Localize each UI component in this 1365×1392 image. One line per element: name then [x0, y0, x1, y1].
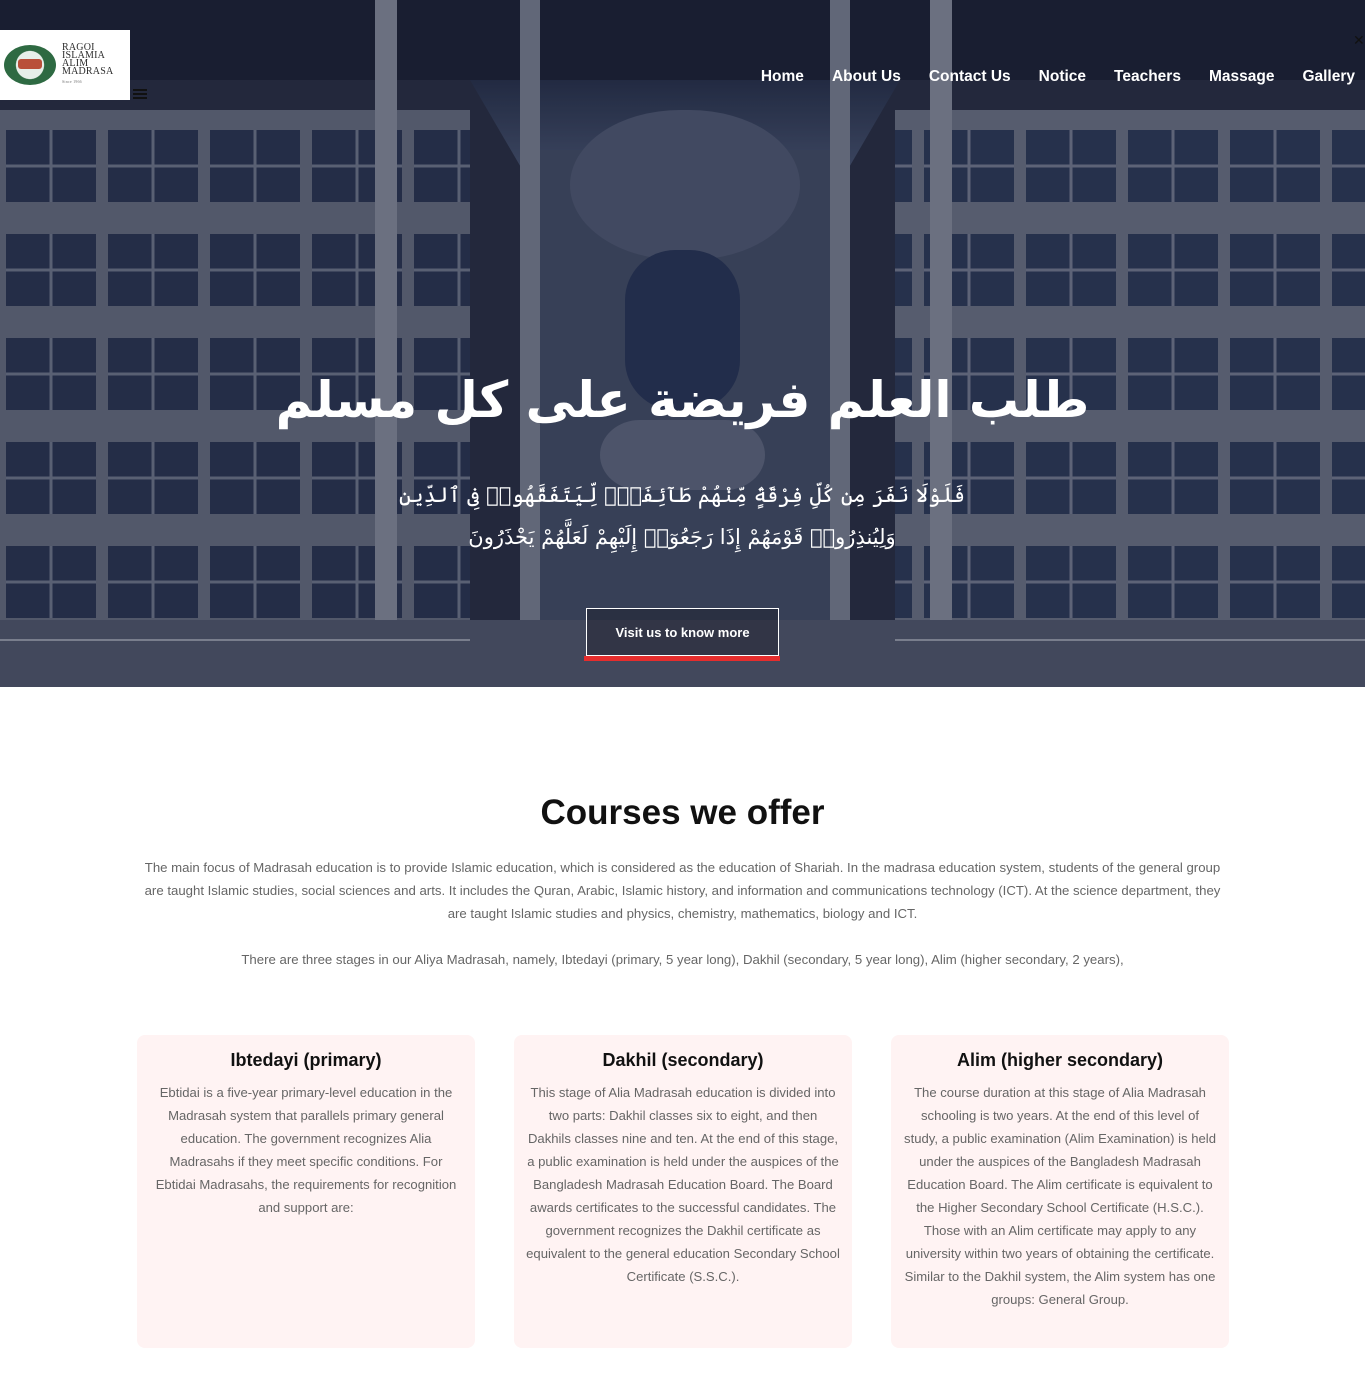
- course-card-dakhil: Dakhil (secondary) This stage of Alia Ma…: [514, 1035, 852, 1348]
- nav-item-about-us[interactable]: About Us: [804, 66, 901, 88]
- course-card-title: Dakhil (secondary): [602, 1050, 764, 1070]
- nav-item-notice[interactable]: Notice: [1011, 66, 1086, 88]
- hero-verse-line-1: فَلَوْلَا نَفَرَ مِن كُلِّ فِرْقَةٍۢ مِّ…: [398, 483, 966, 507]
- courses-stages-text: There are three stages in our Aliya Madr…: [241, 952, 1124, 967]
- close-icon[interactable]: ✕: [1353, 34, 1365, 48]
- menu-toggle-icon[interactable]: [133, 89, 147, 99]
- visit-us-button[interactable]: Visit us to know more: [586, 608, 779, 656]
- course-card-ibtedayi: Ibtedayi (primary) Ebtidai is a five-yea…: [137, 1035, 475, 1348]
- nav-item-massage[interactable]: Massage: [1181, 66, 1274, 88]
- hero-verse: فَلَوْلَا نَفَرَ مِن كُلِّ فِرْقَةٍۢ مِّ…: [382, 474, 982, 558]
- hero-title: طلب العلم فريضة على كل مسلم: [275, 371, 1090, 429]
- nav-item-home[interactable]: Home: [733, 66, 804, 88]
- logo-text: RAGOI ISLAMIA ALIM MADRASA Since 1966: [62, 43, 114, 86]
- course-card-title: Ibtedayi (primary): [230, 1050, 382, 1070]
- courses-title: Courses we offer: [540, 793, 825, 832]
- logo-since: Since 1966: [62, 79, 82, 84]
- visit-us-button-underline: [584, 656, 780, 661]
- main-nav: Home About Us Contact Us Notice Teachers…: [733, 66, 1355, 88]
- logo-line-4: MADRASA: [62, 66, 114, 77]
- nav-item-contact-us[interactable]: Contact Us: [901, 66, 1011, 88]
- course-card-alim: Alim (higher secondary) The course durat…: [891, 1035, 1229, 1348]
- logo-seal-icon: [4, 45, 56, 85]
- course-card-title: Alim (higher secondary): [956, 1050, 1164, 1070]
- course-card-body: This stage of Alia Madrasah education is…: [526, 1085, 840, 1284]
- courses-intro-text: The main focus of Madrasah education is …: [144, 860, 1221, 921]
- course-card-body: The course duration at this stage of Ali…: [904, 1085, 1216, 1307]
- course-card-body: Ebtidai is a five-year primary-level edu…: [155, 1085, 457, 1215]
- hero-verse-line-2: وَلِيُنذِرُوا۟ قَوْمَهُمْ إِذَا رَجَعُوٓ…: [468, 525, 896, 549]
- nav-item-gallery[interactable]: Gallery: [1274, 66, 1355, 88]
- nav-item-teachers[interactable]: Teachers: [1086, 66, 1181, 88]
- hero-section: RAGOI ISLAMIA ALIM MADRASA Since 1966 ✕ …: [0, 0, 1365, 687]
- hero-overlay: [0, 0, 1365, 687]
- site-logo[interactable]: RAGOI ISLAMIA ALIM MADRASA Since 1966: [0, 30, 130, 100]
